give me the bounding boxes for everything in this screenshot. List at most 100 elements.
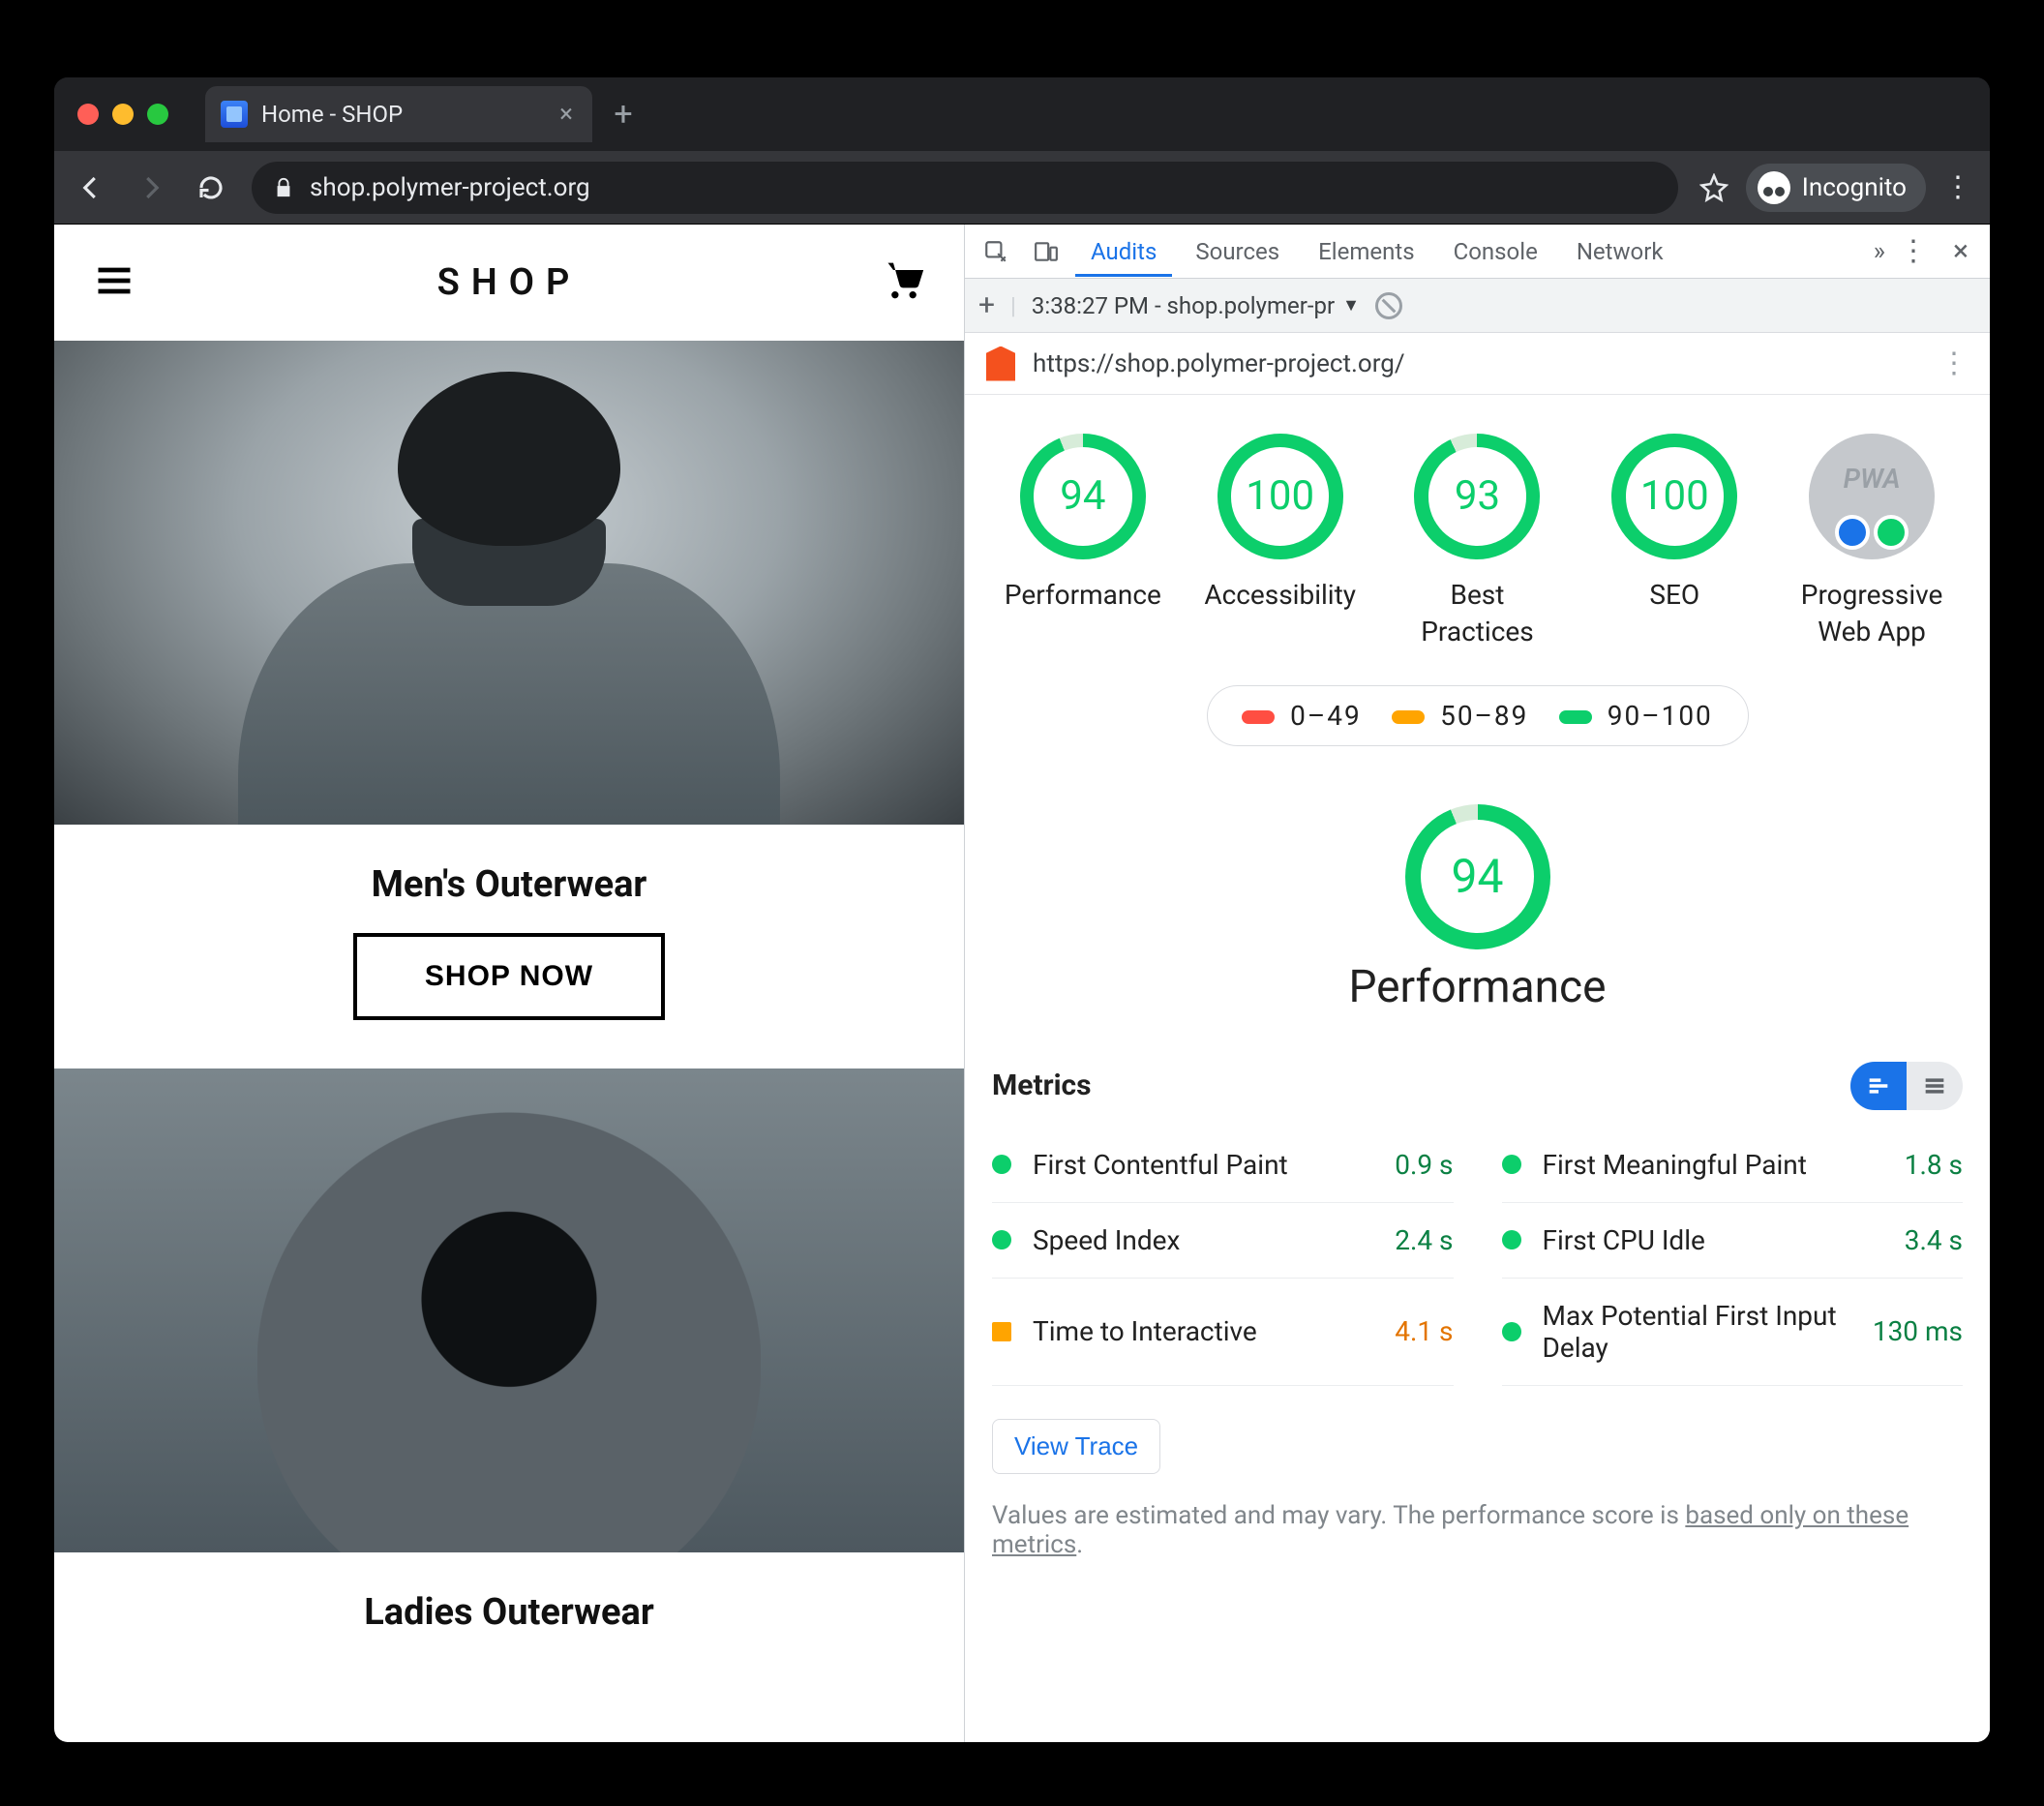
metric-status-dot xyxy=(992,1230,1011,1249)
tab-console[interactable]: Console xyxy=(1438,226,1553,277)
favicon-icon xyxy=(221,101,248,128)
legend-green-pill xyxy=(1559,710,1592,724)
metric-name: Speed Index xyxy=(1033,1224,1395,1256)
tab-sources[interactable]: Sources xyxy=(1180,226,1295,277)
metric-value: 0.9 s xyxy=(1395,1149,1453,1181)
gauge-seo[interactable]: 100 SEO xyxy=(1592,434,1757,650)
legend-red-pill xyxy=(1242,710,1275,724)
maximize-window-button[interactable] xyxy=(147,104,168,125)
devtools-panel: Audits Sources Elements Console Network … xyxy=(964,225,1990,1742)
gauge-accessibility[interactable]: 100 Accessibility xyxy=(1198,434,1363,650)
section-heading-ladies: Ladies Outerwear xyxy=(54,1591,964,1634)
gauge-performance[interactable]: 94 Performance xyxy=(1001,434,1165,650)
gauge-ring: 100 xyxy=(1611,434,1737,559)
browser-window: Home - SHOP × + shop.polymer-project.org… xyxy=(54,77,1990,1742)
hero-image-mens xyxy=(54,341,964,825)
lighthouse-icon xyxy=(986,346,1015,381)
metrics-view-compact[interactable] xyxy=(1907,1062,1963,1110)
star-icon[interactable] xyxy=(1699,173,1728,202)
metric-value: 3.4 s xyxy=(1905,1224,1963,1256)
page-header: SHOP xyxy=(54,225,964,341)
hamburger-menu-button[interactable] xyxy=(93,259,135,306)
browser-menu-button[interactable]: ⋮ xyxy=(1943,170,1972,204)
hero-image-ladies xyxy=(54,1069,964,1552)
performance-gauge: 94 xyxy=(1405,804,1550,949)
legend-red-range: 0–49 xyxy=(1290,700,1362,732)
metrics-header: Metrics xyxy=(965,1033,1990,1128)
forward-button[interactable] xyxy=(132,168,170,207)
metric-row[interactable]: Speed Index 2.4 s xyxy=(992,1203,1454,1279)
gauge-progressive-web-app[interactable]: PWA Progressive Web App xyxy=(1789,434,1954,650)
metric-status-dot xyxy=(992,1155,1011,1174)
gauge-best-practices[interactable]: 93 BestPractices xyxy=(1395,434,1559,650)
clear-audit-button[interactable] xyxy=(1375,292,1402,319)
metric-value: 1.8 s xyxy=(1905,1149,1963,1181)
section-heading-mens: Men's Outerwear xyxy=(54,863,964,906)
tab-elements[interactable]: Elements xyxy=(1303,226,1429,277)
metrics-footnote: Values are estimated and may vary. The p… xyxy=(965,1474,1990,1559)
view-trace-button[interactable]: View Trace xyxy=(992,1419,1160,1474)
shop-now-button[interactable]: SHOP NOW xyxy=(353,933,665,1020)
metric-status-dot xyxy=(992,1322,1011,1341)
audit-url-bar: https://shop.polymer-project.org/ ⋮ xyxy=(965,333,1990,395)
gauge-ring: 100 xyxy=(1217,434,1343,559)
content-area: SHOP Men's Outerwear SHOP NOW Ladies Out… xyxy=(54,225,1990,1742)
pwa-gauge-ring: PWA xyxy=(1809,434,1935,559)
metrics-grid: First Contentful Paint 0.9 s First Meani… xyxy=(965,1128,1990,1386)
chevron-down-icon: ▼ xyxy=(1342,295,1360,316)
url-input[interactable]: shop.polymer-project.org xyxy=(252,162,1678,214)
close-window-button[interactable] xyxy=(77,104,99,125)
score-gauges: 94 Performance 100 Accessibility 93 Best… xyxy=(965,424,1990,670)
metric-row[interactable]: First CPU Idle 3.4 s xyxy=(1502,1203,1964,1279)
tab-network[interactable]: Network xyxy=(1561,226,1679,277)
metric-name: First Contentful Paint xyxy=(1033,1149,1395,1181)
tab-title: Home - SHOP xyxy=(261,101,403,128)
back-button[interactable] xyxy=(72,168,110,207)
close-tab-button[interactable]: × xyxy=(559,100,573,129)
audit-report-body: 94 Performance 100 Accessibility 93 Best… xyxy=(965,395,1990,1742)
reload-button[interactable] xyxy=(192,168,230,207)
devtools-tabbar: Audits Sources Elements Console Network … xyxy=(965,225,1990,279)
metric-row[interactable]: First Meaningful Paint 1.8 s xyxy=(1502,1128,1964,1203)
footnote-text-pre: Values are estimated and may vary. The p… xyxy=(992,1501,1685,1530)
metric-value: 4.1 s xyxy=(1395,1315,1453,1347)
audit-select-label: 3:38:27 PM - shop.polymer-pr xyxy=(1032,292,1335,319)
metric-status-dot xyxy=(1502,1230,1521,1249)
metric-name: Time to Interactive xyxy=(1033,1315,1395,1347)
score-legend: 0–49 50–89 90–100 xyxy=(1207,685,1749,746)
metric-name: Max Potential First Input Delay xyxy=(1543,1300,1873,1364)
more-tabs-button[interactable]: » xyxy=(1874,237,1885,266)
inspect-element-button[interactable] xyxy=(975,230,1017,273)
gauge-label: Accessibility xyxy=(1204,577,1356,614)
new-tab-button[interactable]: + xyxy=(602,93,645,135)
devtools-menu-button[interactable]: ⋮ xyxy=(1899,234,1928,268)
metric-row[interactable]: Time to Interactive 4.1 s xyxy=(992,1279,1454,1386)
metric-value: 130 ms xyxy=(1873,1315,1963,1347)
address-bar-actions: Incognito ⋮ xyxy=(1699,164,1972,212)
gauge-label: Performance xyxy=(1005,577,1161,614)
legend-orange-range: 50–89 xyxy=(1440,700,1528,732)
metric-row[interactable]: First Contentful Paint 0.9 s xyxy=(992,1128,1454,1203)
cart-button[interactable] xyxy=(883,259,925,306)
gauge-label: SEO xyxy=(1649,577,1699,614)
legend-green-range: 90–100 xyxy=(1608,700,1713,732)
tab-audits[interactable]: Audits xyxy=(1075,226,1172,277)
metric-status-dot xyxy=(1502,1322,1521,1341)
close-devtools-button[interactable]: × xyxy=(1941,234,1980,268)
audit-url-menu-button[interactable]: ⋮ xyxy=(1939,346,1969,380)
incognito-icon xyxy=(1758,171,1790,204)
browser-tab[interactable]: Home - SHOP × xyxy=(205,86,592,142)
audits-toolbar: + | 3:38:27 PM - shop.polymer-pr ▼ xyxy=(965,279,1990,333)
incognito-indicator[interactable]: Incognito xyxy=(1746,164,1926,212)
audit-select[interactable]: 3:38:27 PM - shop.polymer-pr ▼ xyxy=(1032,292,1360,319)
gauge-ring: 94 xyxy=(1020,434,1146,559)
minimize-window-button[interactable] xyxy=(112,104,134,125)
metric-row[interactable]: Max Potential First Input Delay 130 ms xyxy=(1502,1279,1964,1386)
metrics-view-detailed[interactable] xyxy=(1850,1062,1907,1110)
device-toolbar-button[interactable] xyxy=(1025,230,1067,273)
address-bar: shop.polymer-project.org Incognito ⋮ xyxy=(54,151,1990,225)
gauge-label: BestPractices xyxy=(1421,577,1533,650)
new-audit-button[interactable]: + xyxy=(978,288,995,322)
audited-url: https://shop.polymer-project.org/ xyxy=(1033,349,1405,378)
incognito-label: Incognito xyxy=(1802,173,1907,202)
